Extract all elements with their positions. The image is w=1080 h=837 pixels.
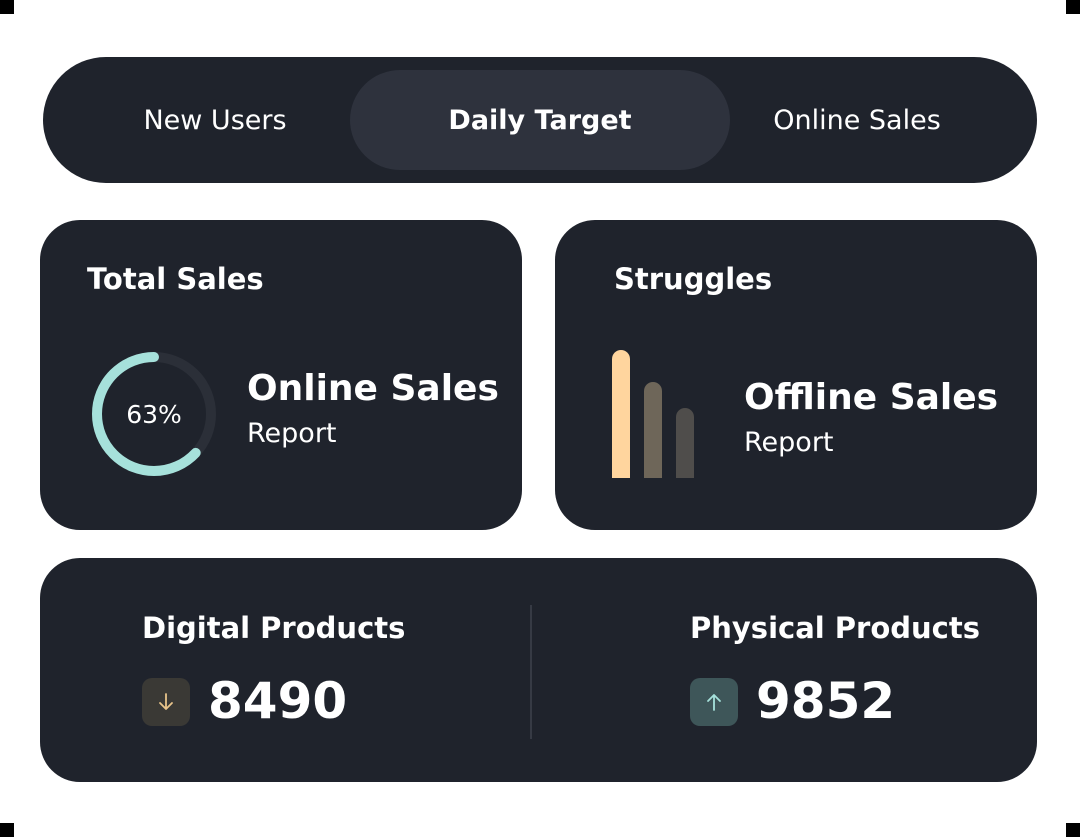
physical-products-value: 9852: [756, 672, 896, 730]
tab-daily-target[interactable]: Daily Target: [350, 70, 730, 170]
struggles-title: Struggles: [614, 262, 773, 296]
progress-percent: 63%: [126, 399, 182, 429]
online-sales-report-title: Online Sales: [247, 368, 499, 409]
tab-online-sales[interactable]: Online Sales: [705, 70, 1009, 170]
offline-sales-report-title: Offline Sales: [744, 377, 999, 418]
trend-down-badge: [142, 678, 190, 726]
physical-products-title: Physical Products: [690, 611, 980, 645]
offline-sales-report-subtitle: Report: [744, 427, 834, 458]
bar-3: [676, 408, 694, 478]
progress-ring: 63%: [88, 348, 220, 480]
struggles-card[interactable]: Struggles Offline Sales Report: [555, 220, 1037, 530]
arrow-up-icon: [707, 694, 721, 711]
digital-products-value: 8490: [208, 672, 348, 730]
tab-bar: New Users Daily Target Online Sales: [43, 57, 1037, 183]
tab-new-users[interactable]: New Users: [63, 70, 367, 170]
online-sales-report-subtitle: Report: [247, 418, 337, 449]
bar-2: [644, 382, 662, 478]
total-sales-card[interactable]: Total Sales 63% Online Sales Report: [40, 220, 522, 530]
trend-up-badge: [690, 678, 738, 726]
bar-chart: [612, 348, 702, 478]
arrow-down-icon: [159, 693, 173, 710]
divider: [530, 605, 532, 739]
bar-1: [612, 350, 630, 478]
digital-products-title: Digital Products: [142, 611, 406, 645]
total-sales-title: Total Sales: [87, 262, 264, 296]
products-card: Digital Products 8490 Physical Products …: [40, 558, 1037, 782]
